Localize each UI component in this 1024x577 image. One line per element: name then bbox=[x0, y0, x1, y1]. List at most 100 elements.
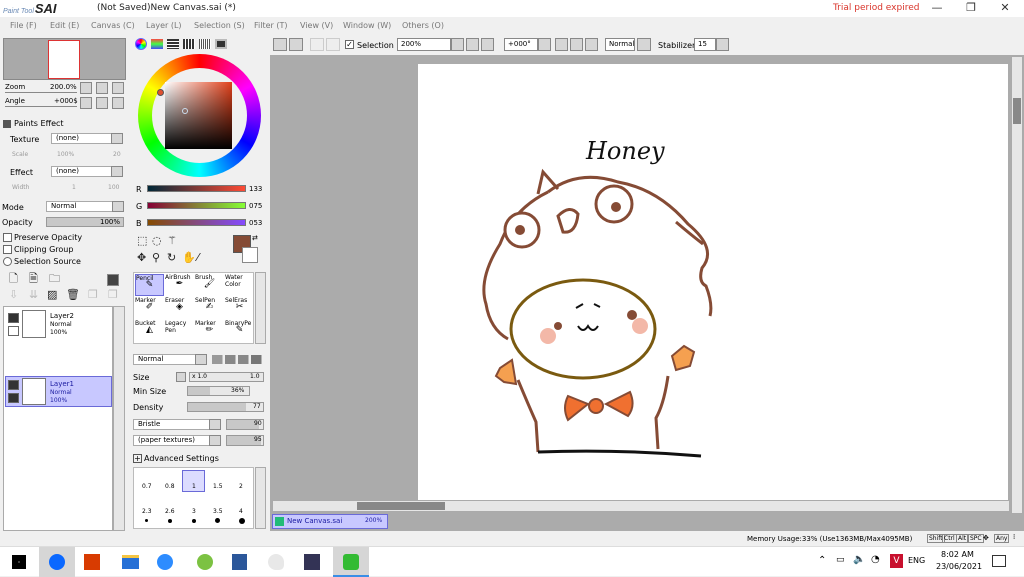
rotate-left-button[interactable] bbox=[80, 97, 92, 109]
layer-row-selected[interactable]: Layer1 Normal 100% bbox=[5, 376, 112, 407]
zoom-in-icon[interactable] bbox=[466, 38, 479, 51]
eyedropper-icon[interactable]: ⁄ bbox=[197, 252, 199, 264]
layer-scrollbar[interactable] bbox=[113, 306, 125, 531]
lasso-icon[interactable]: ◌ bbox=[152, 235, 162, 247]
chevron-down-icon[interactable] bbox=[111, 133, 123, 144]
tool-airbrush[interactable]: AirBrush ✒ bbox=[165, 274, 194, 296]
new-linework-icon[interactable]: 🗎 bbox=[29, 273, 38, 285]
taskbar-app-icon[interactable] bbox=[197, 554, 213, 570]
secondary-color-swatch[interactable] bbox=[242, 247, 258, 263]
angle-select[interactable]: +000° bbox=[504, 38, 538, 51]
plus-icon[interactable]: + bbox=[133, 454, 142, 463]
transfer-down-icon[interactable]: ⇩ bbox=[9, 289, 18, 301]
eye-icon[interactable] bbox=[8, 380, 19, 390]
new-layer-icon[interactable]: 🗋 bbox=[9, 273, 18, 285]
brush-shape-select[interactable]: Bristle bbox=[133, 419, 218, 430]
zoom-out-icon[interactable] bbox=[451, 38, 464, 51]
brush-size-option[interactable]: 3.5 bbox=[213, 508, 223, 515]
brush-texture-select[interactable]: (paper textures) bbox=[133, 435, 218, 446]
scratchpad-tab-icon[interactable] bbox=[215, 39, 227, 49]
taskbar-photo-icon[interactable] bbox=[304, 554, 320, 570]
undo-button[interactable] bbox=[273, 38, 287, 51]
brush-size-option[interactable]: 0.8 bbox=[165, 483, 175, 490]
horizontal-scroll-thumb[interactable] bbox=[357, 502, 445, 510]
brush-size-option[interactable]: 2.3 bbox=[142, 508, 152, 515]
brush-shape-presets[interactable] bbox=[212, 355, 264, 364]
menu-edit[interactable]: Edit (E) bbox=[50, 21, 79, 30]
maximize-button[interactable]: ❐ bbox=[955, 0, 987, 17]
zoom-icon[interactable]: ⚲ bbox=[152, 252, 160, 264]
menu-file[interactable]: File (F) bbox=[10, 21, 37, 30]
eye-icon[interactable] bbox=[8, 313, 19, 323]
windows-start-icon[interactable] bbox=[12, 555, 26, 569]
preserve-opacity-checkbox[interactable] bbox=[3, 233, 12, 242]
chevron-up-icon[interactable]: ⌃ bbox=[818, 555, 826, 566]
tool-bucket[interactable]: Bucket ◭ bbox=[135, 320, 164, 342]
layer-mode-select[interactable]: Normal bbox=[46, 201, 114, 212]
tool-seleras[interactable]: SelEras ✂ bbox=[225, 297, 254, 319]
navigator-preview[interactable] bbox=[3, 38, 126, 80]
vertical-scroll-thumb[interactable] bbox=[1013, 98, 1021, 124]
taskbar-office-icon[interactable] bbox=[84, 554, 100, 570]
taskbar-zoom-icon[interactable] bbox=[157, 554, 173, 570]
tool-brush[interactable]: Brush 🖌 bbox=[195, 274, 224, 296]
horizontal-scrollbar[interactable] bbox=[272, 500, 1010, 512]
mixer-tab-icon[interactable] bbox=[183, 39, 195, 49]
menu-others[interactable]: Others (O) bbox=[402, 21, 444, 30]
tool-legacy-pen[interactable]: Legacy Pen bbox=[165, 320, 194, 342]
tool-binarypen[interactable]: BinaryPe ✎ bbox=[225, 320, 254, 342]
copy-layer-icon[interactable]: ❐ bbox=[88, 289, 98, 301]
menu-layer[interactable]: Layer (L) bbox=[146, 21, 182, 30]
view-mode-select[interactable]: Normal bbox=[605, 38, 635, 51]
volume-icon[interactable]: 🔈 bbox=[853, 554, 865, 565]
hand-icon[interactable]: ✋ bbox=[182, 252, 196, 264]
brush-size-option[interactable]: 1 bbox=[192, 483, 196, 490]
brush-size-option[interactable]: 2 bbox=[239, 483, 243, 490]
stabilizer-select[interactable]: 15 bbox=[694, 38, 716, 51]
layer-row[interactable]: Layer2 Normal 100% bbox=[5, 308, 112, 341]
blend-mode-select[interactable]: Normal bbox=[133, 354, 197, 365]
close-button[interactable]: ✕ bbox=[989, 0, 1021, 17]
selection-checkbox[interactable]: ✓ bbox=[345, 40, 354, 49]
tool-selpen[interactable]: SelPen ✍ bbox=[195, 297, 224, 319]
menu-window[interactable]: Window (W) bbox=[343, 21, 391, 30]
paste-layer-icon[interactable]: ❐ bbox=[108, 289, 118, 301]
lock-icon[interactable] bbox=[8, 326, 19, 336]
chevron-down-icon[interactable] bbox=[209, 435, 221, 446]
deselect-button[interactable] bbox=[310, 38, 324, 51]
menu-canvas[interactable]: Canvas (C) bbox=[91, 21, 135, 30]
rotate-icon[interactable]: ↻ bbox=[167, 252, 176, 264]
swatch-tab-icon[interactable] bbox=[199, 39, 211, 49]
g-slider[interactable] bbox=[147, 202, 246, 209]
size-mult-button[interactable] bbox=[176, 372, 186, 382]
zoom-select[interactable]: 200% bbox=[397, 38, 451, 51]
tool-marker[interactable]: Marker ✐ bbox=[135, 297, 164, 319]
swap-colors-icon[interactable]: ⇄ bbox=[252, 234, 258, 242]
battery-icon[interactable]: ▭ bbox=[836, 555, 845, 565]
texture-select[interactable]: (none) bbox=[51, 133, 113, 144]
brush-size-option[interactable]: 2.6 bbox=[165, 508, 175, 515]
vietkey-icon[interactable]: V bbox=[890, 554, 903, 568]
tool-scrollbar[interactable] bbox=[255, 272, 266, 344]
color-wheel-tab-icon[interactable] bbox=[135, 38, 147, 50]
brush-size-option[interactable]: 0.7 bbox=[142, 483, 152, 490]
collapse-icon[interactable] bbox=[3, 120, 11, 128]
zoom-reset-button[interactable] bbox=[112, 82, 124, 94]
vertical-scrollbar[interactable] bbox=[1011, 56, 1023, 514]
taskbar-word-icon[interactable] bbox=[232, 554, 247, 570]
clock-time[interactable]: 8:02 AM bbox=[941, 550, 974, 559]
zoom-in-button[interactable] bbox=[96, 82, 108, 94]
rotate-right-icon[interactable] bbox=[570, 38, 583, 51]
layer-panel-toggle[interactable] bbox=[107, 274, 119, 286]
trash-icon[interactable]: 🗑 bbox=[66, 289, 80, 301]
canvas-paper[interactable]: Honey bbox=[418, 64, 1008, 500]
tool-eraser[interactable]: Eraser ◈ bbox=[165, 297, 194, 319]
menu-filter[interactable]: Filter (T) bbox=[254, 21, 287, 30]
magic-wand-icon[interactable]: ⚚ bbox=[167, 235, 177, 247]
rotate-reset-button[interactable] bbox=[112, 97, 124, 109]
taskbar-zalo[interactable] bbox=[39, 547, 75, 577]
menu-selection[interactable]: Selection (S) bbox=[194, 21, 245, 30]
chevron-down-icon[interactable] bbox=[195, 354, 207, 365]
zoom-out-button[interactable] bbox=[80, 82, 92, 94]
zoom-reset-icon[interactable] bbox=[481, 38, 494, 51]
